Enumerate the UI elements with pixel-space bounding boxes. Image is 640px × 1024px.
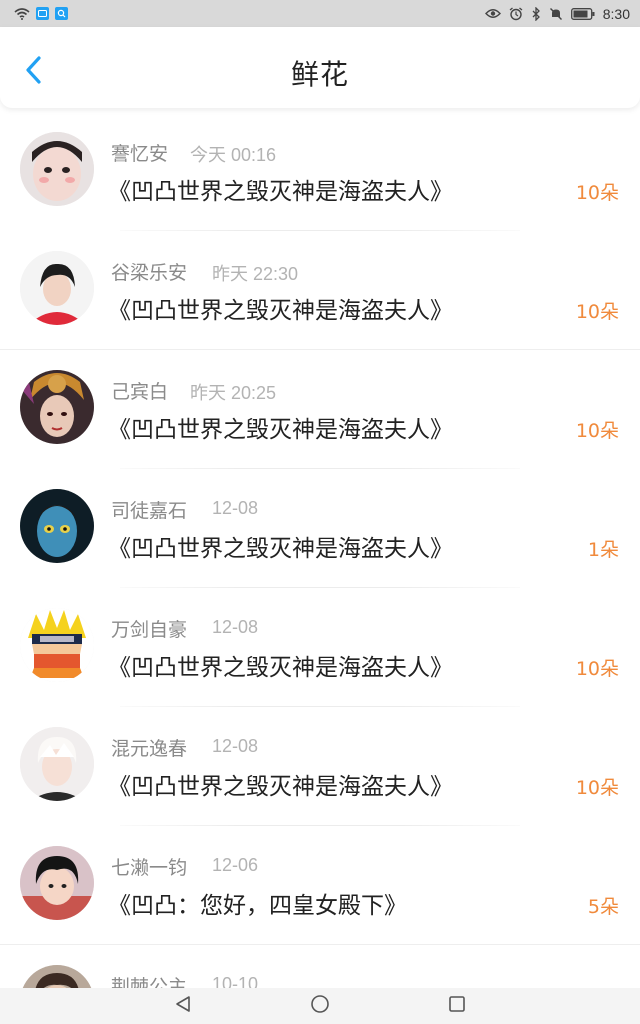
user-name: 混元逸春 bbox=[111, 738, 188, 760]
avatar[interactable] bbox=[20, 251, 94, 325]
mute-icon bbox=[549, 7, 563, 21]
timestamp: 昨天 20:25 bbox=[190, 383, 277, 403]
list-item[interactable]: 万剑自豪 12-08 《凹凸世界之毁灭神是海盗夫人》 10朵 bbox=[0, 588, 640, 707]
book-title[interactable]: 《凹凸世界之毁灭神是海盗夫人》 bbox=[108, 529, 453, 563]
user-name: 司徒嘉石 bbox=[111, 500, 188, 522]
list-item[interactable]: 混元逸春 12-08 《凹凸世界之毁灭神是海盗夫人》 10朵 bbox=[0, 707, 640, 826]
page-title: 鲜花 bbox=[290, 58, 349, 91]
avatar[interactable] bbox=[20, 370, 94, 444]
book-title[interactable]: 《凹凸世界之毁灭神是海盗夫人》 bbox=[108, 767, 453, 801]
back-triangle-icon[interactable] bbox=[174, 995, 192, 1017]
book-title[interactable]: 《凹凸世界之毁灭神是海盗夫人》 bbox=[108, 172, 453, 206]
flower-count: 5朵 bbox=[587, 896, 619, 918]
flower-count: 10朵 bbox=[575, 658, 619, 680]
user-name: 荆棘公主 bbox=[111, 976, 188, 988]
book-title[interactable]: 《凹凸世界之毁灭神是海盗夫人》 bbox=[108, 410, 453, 444]
timestamp: 昨天 22:30 bbox=[212, 264, 299, 284]
avatar[interactable] bbox=[20, 608, 94, 682]
status-right: 8:30 bbox=[484, 5, 630, 22]
user-name: 七濑一钧 bbox=[111, 857, 188, 879]
status-bar: 8:30 bbox=[0, 0, 640, 27]
app-icon-1 bbox=[36, 7, 49, 20]
timestamp: 今天 00:16 bbox=[190, 145, 277, 165]
timestamp: 12-08 bbox=[212, 617, 259, 637]
bluetooth-icon bbox=[531, 6, 541, 21]
timestamp: 12-06 bbox=[212, 855, 259, 875]
list-item[interactable]: 己宾白 昨天 20:25 《凹凸世界之毁灭神是海盗夫人》 10朵 bbox=[0, 350, 640, 469]
timestamp: 10-10 bbox=[212, 974, 259, 988]
user-name: 谷梁乐安 bbox=[111, 262, 188, 284]
avatar[interactable] bbox=[20, 489, 94, 563]
user-name: 己宾白 bbox=[111, 381, 169, 403]
status-left bbox=[14, 7, 68, 20]
flower-count: 10朵 bbox=[575, 182, 619, 204]
book-title[interactable]: 《凹凸：您好，四皇女殿下》 bbox=[108, 886, 407, 920]
timestamp: 12-08 bbox=[212, 736, 259, 756]
list-item[interactable]: 謇忆安 今天 00:16 《凹凸世界之毁灭神是海盗夫人》 10朵 bbox=[0, 112, 640, 231]
timestamp: 12-08 bbox=[212, 498, 259, 518]
system-nav-bar bbox=[0, 988, 640, 1024]
home-circle-icon[interactable] bbox=[310, 994, 330, 1018]
app-icon-2 bbox=[55, 7, 68, 20]
flower-count: 10朵 bbox=[575, 301, 619, 323]
book-title[interactable]: 《凹凸世界之毁灭神是海盗夫人》 bbox=[108, 648, 453, 682]
alarm-icon bbox=[509, 6, 523, 21]
avatar[interactable] bbox=[20, 846, 94, 920]
list-item[interactable]: 七濑一钧 12-06 《凹凸：您好，四皇女殿下》 5朵 bbox=[0, 826, 640, 945]
battery-icon bbox=[570, 7, 595, 20]
eye-icon bbox=[484, 8, 501, 19]
list-item[interactable]: 谷梁乐安 昨天 22:30 《凹凸世界之毁灭神是海盗夫人》 10朵 bbox=[0, 231, 640, 350]
flower-count: 10朵 bbox=[575, 777, 619, 799]
wifi-icon bbox=[14, 7, 30, 20]
avatar[interactable] bbox=[20, 727, 94, 801]
user-name: 謇忆安 bbox=[111, 143, 169, 165]
list-item[interactable]: 司徒嘉石 12-08 《凹凸世界之毁灭神是海盗夫人》 1朵 bbox=[0, 469, 640, 588]
book-title[interactable]: 《凹凸世界之毁灭神是海盗夫人》 bbox=[108, 291, 453, 325]
avatar[interactable] bbox=[20, 965, 94, 988]
avatar[interactable] bbox=[20, 132, 94, 206]
flower-list: 謇忆安 今天 00:16 《凹凸世界之毁灭神是海盗夫人》 10朵 谷梁乐安 昨天… bbox=[0, 112, 640, 988]
recents-square-icon[interactable] bbox=[448, 995, 466, 1017]
flower-count: 1朵 bbox=[587, 539, 619, 561]
status-time: 8:30 bbox=[602, 5, 630, 22]
user-name: 万剑自豪 bbox=[111, 619, 188, 641]
flower-count: 10朵 bbox=[575, 420, 619, 442]
header: 鲜花 bbox=[0, 27, 640, 108]
list-item[interactable]: 荆棘公主 10-10 bbox=[0, 945, 640, 988]
